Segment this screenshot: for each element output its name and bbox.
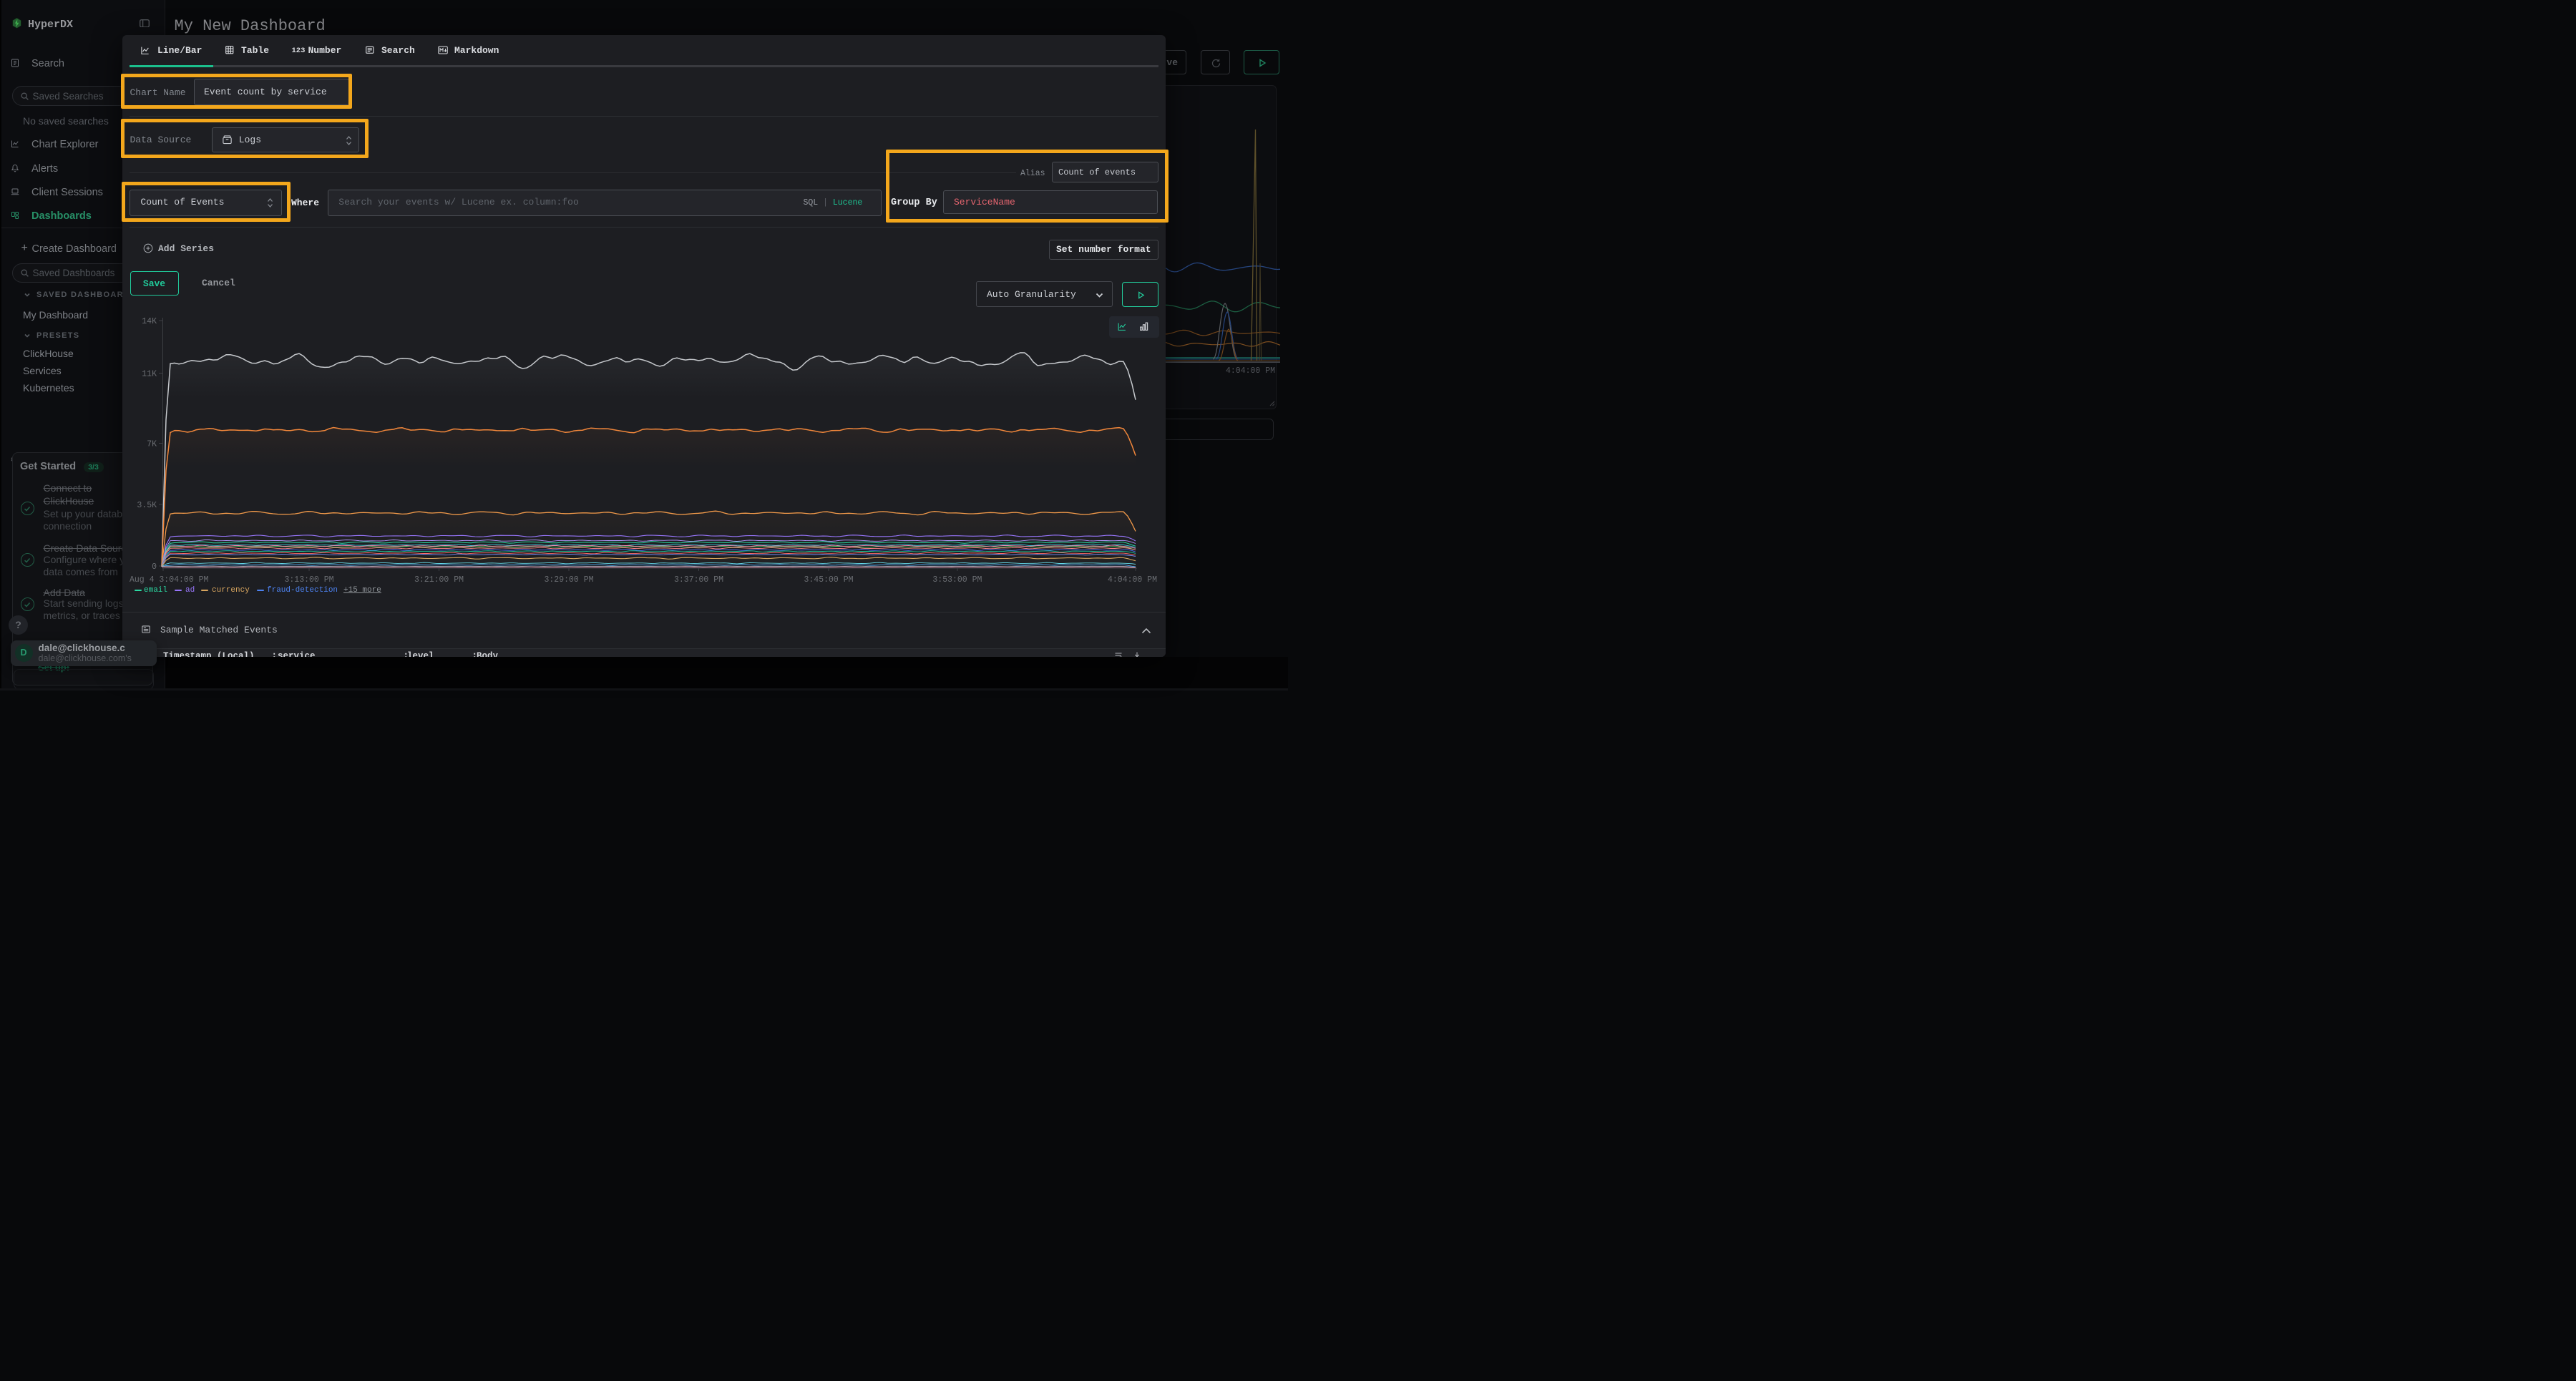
svg-text:4:04:00 PM: 4:04:00 PM [1108, 575, 1157, 585]
svg-text:3:37:00 PM: 3:37:00 PM [674, 575, 723, 585]
svg-text:3:45:00 PM: 3:45:00 PM [804, 575, 853, 585]
svg-text:3:21:00 PM: 3:21:00 PM [414, 575, 464, 585]
svg-text:3.5K: 3.5K [137, 501, 157, 510]
svg-text:3:29:00 PM: 3:29:00 PM [544, 575, 593, 585]
svg-text:7K: 7K [147, 439, 157, 449]
svg-text:Aug 4 3:04:00 PM: Aug 4 3:04:00 PM [130, 575, 209, 585]
svg-text:3:13:00 PM: 3:13:00 PM [284, 575, 333, 585]
svg-text:0: 0 [152, 562, 157, 572]
svg-text:3:53:00 PM: 3:53:00 PM [932, 575, 982, 585]
svg-text:11K: 11K [142, 369, 157, 379]
svg-text:14K: 14K [142, 317, 157, 326]
